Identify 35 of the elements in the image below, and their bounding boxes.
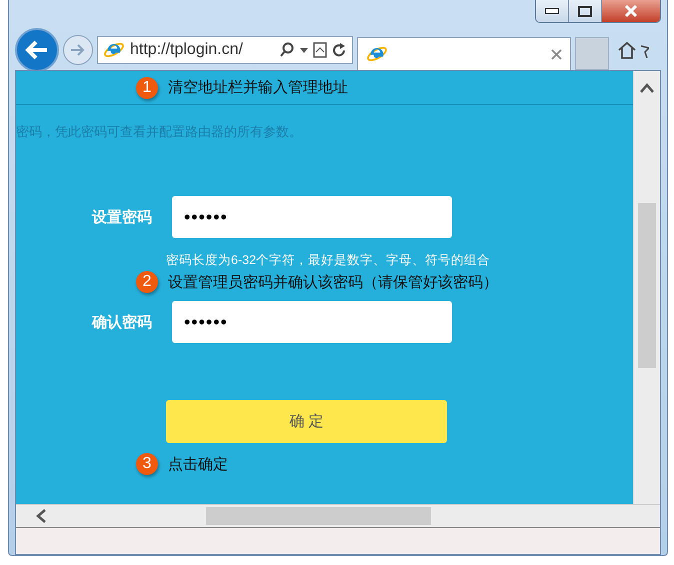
forward-arrow-icon: [69, 42, 87, 58]
step-number-badge: 2: [136, 271, 158, 293]
scroll-up-icon[interactable]: [640, 83, 654, 93]
password-field[interactable]: ••••••: [172, 196, 452, 238]
step-number-badge: 1: [136, 76, 158, 98]
compatibility-view-icon[interactable]: [313, 42, 327, 58]
dropdown-caret-icon[interactable]: [300, 48, 308, 52]
minimize-icon: [545, 8, 559, 14]
back-arrow-icon: [25, 40, 49, 60]
search-icon[interactable]: [279, 42, 295, 58]
step-caption: 清空地址栏并输入管理地址: [168, 78, 348, 97]
password-hint: 密码长度为6-32个字符，最好是数字、字母、符号的组合: [165, 252, 492, 269]
scroll-thumb[interactable]: [638, 203, 656, 368]
back-button[interactable]: [15, 28, 59, 72]
scroll-left-icon[interactable]: [36, 509, 46, 523]
close-icon: [624, 5, 638, 17]
maximize-button[interactable]: [569, 0, 602, 22]
horizontal-scrollbar[interactable]: [16, 504, 660, 527]
step-caption: 点击确定: [168, 454, 228, 474]
vertical-scrollbar[interactable]: [633, 71, 660, 504]
minimize-button[interactable]: [536, 0, 569, 22]
scroll-thumb[interactable]: [206, 507, 431, 525]
password-field[interactable]: ••••••: [172, 301, 452, 343]
browser-tab[interactable]: [357, 37, 571, 70]
step-number-badge: 3: [136, 453, 158, 475]
maximize-icon: [578, 6, 592, 16]
refresh-icon[interactable]: [332, 42, 347, 58]
home-icon[interactable]: [617, 41, 637, 59]
step-caption: 设置管理员密码并确认该密码（请保管好该密码）: [168, 272, 498, 292]
field-label: 设置密码: [90, 208, 152, 226]
confirm-button[interactable]: 确 定: [166, 400, 447, 443]
close-tab-icon[interactable]: [551, 48, 562, 60]
close-button[interactable]: [602, 0, 660, 22]
field-label: 确认密码: [90, 312, 152, 332]
address-bar[interactable]: http://tplogin.cn/: [97, 36, 353, 64]
